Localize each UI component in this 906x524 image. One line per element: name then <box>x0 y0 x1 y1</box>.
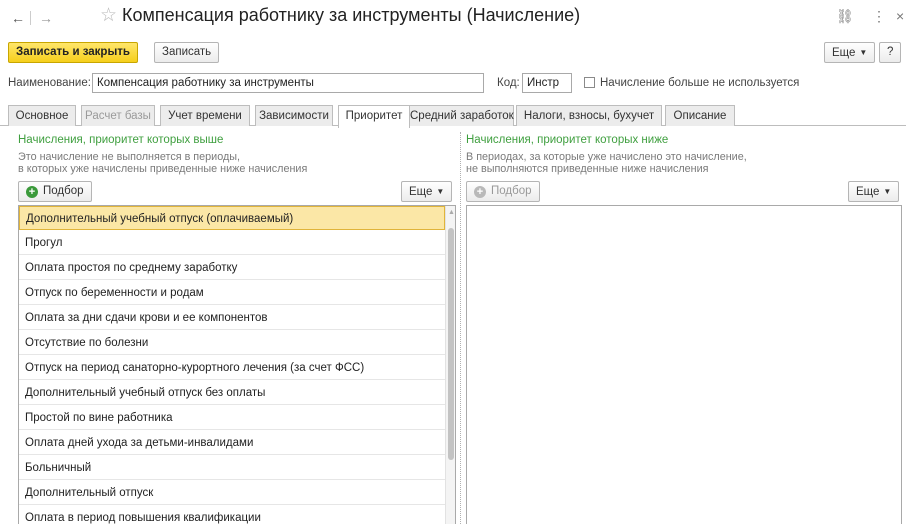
help-button[interactable]: ? <box>879 42 902 63</box>
favorite-star-icon[interactable]: ☆ <box>100 4 117 27</box>
code-field[interactable]: Инстр <box>522 73 572 93</box>
back-button[interactable]: ← <box>8 8 28 28</box>
list-item[interactable]: Дополнительный учебный отпуск (оплачивае… <box>19 206 445 230</box>
add-circle-icon: + <box>26 186 38 198</box>
list-item[interactable]: Дополнительный отпуск <box>19 481 445 505</box>
save-and-close-button[interactable]: Записать и закрыть <box>8 42 138 63</box>
add-circle-icon: + <box>474 186 486 198</box>
list-item[interactable]: Оплата за дни сдачи крови и ее компонент… <box>19 306 445 330</box>
scroll-up-icon[interactable]: ▲ <box>448 209 455 216</box>
tab-time-tracking[interactable]: Учет времени <box>160 105 250 126</box>
link-icon[interactable]: ⛓ <box>836 8 854 25</box>
list-item[interactable]: Отпуск по беременности и родам <box>19 281 445 305</box>
higher-priority-list[interactable]: Дополнительный учебный отпуск (оплачивае… <box>18 205 456 524</box>
list-item[interactable]: Отпуск на период санаторно-курортного ле… <box>19 356 445 380</box>
right-panel-note-2: не выполняются приведенные ниже начислен… <box>466 163 709 175</box>
list-item[interactable]: Простой по вине работника <box>19 406 445 430</box>
list-item[interactable]: Оплата дней ухода за детьми-инвалидами <box>19 431 445 455</box>
right-panel-note-1: В периодах, за которые уже начислено это… <box>466 151 747 163</box>
unused-checkbox[interactable] <box>584 77 595 88</box>
chevron-down-icon: ▼ <box>883 187 892 196</box>
panel-divider <box>460 132 462 524</box>
list-item[interactable]: Оплата в период повышения квалификации <box>19 506 445 524</box>
left-panel-note-1: Это начисление не выполняется в периоды, <box>18 151 241 163</box>
left-panel-note-2: в которых уже начислены приведенные ниже… <box>18 163 308 175</box>
list-item[interactable]: Отсутствие по болезни <box>19 331 445 355</box>
name-label: Наименование: <box>8 77 91 89</box>
forward-button[interactable]: → <box>36 8 56 28</box>
right-panel-heading: Начисления, приоритет которых ниже <box>466 134 669 146</box>
left-more-label: Еще <box>409 186 433 198</box>
tab-base-calc[interactable]: Расчет базы <box>81 105 155 126</box>
right-more-label: Еще <box>856 186 880 198</box>
tab-priority[interactable]: Приоритет <box>338 105 410 128</box>
window-title: Компенсация работнику за инструменты (На… <box>122 5 581 25</box>
right-pick-label: Подбор <box>491 185 532 197</box>
save-button[interactable]: Записать <box>154 42 220 63</box>
close-icon[interactable]: × <box>896 8 904 24</box>
chevron-down-icon: ▼ <box>436 187 445 196</box>
tab-dependencies[interactable]: Зависимости <box>255 105 333 126</box>
list-item[interactable]: Прогул <box>19 231 445 255</box>
more-actions-icon[interactable]: ⋮ <box>872 8 886 25</box>
lower-priority-list[interactable] <box>466 205 902 524</box>
tab-taxes-accounting[interactable]: Налоги, взносы, бухучет <box>516 105 662 126</box>
right-more-button[interactable]: Еще ▼ <box>848 181 900 202</box>
list-item[interactable]: Оплата простоя по среднему заработку <box>19 256 445 280</box>
unused-checkbox-label: Начисление больше не используется <box>600 77 800 89</box>
tab-main[interactable]: Основное <box>8 105 76 126</box>
right-pick-button[interactable]: + Подбор <box>466 181 540 202</box>
left-pick-label: Подбор <box>43 185 84 197</box>
nav-divider <box>30 11 31 25</box>
code-label: Код: <box>497 77 520 89</box>
list-item[interactable]: Больничный <box>19 456 445 480</box>
more-button-label: Еще <box>832 47 856 59</box>
more-button[interactable]: Еще ▼ <box>824 42 876 63</box>
chevron-down-icon: ▼ <box>859 48 868 57</box>
name-field[interactable]: Компенсация работнику за инструменты <box>92 73 484 93</box>
list-scrollbar[interactable]: ▲ <box>445 206 455 524</box>
list-item[interactable]: Дополнительный учебный отпуск без оплаты <box>19 381 445 405</box>
left-panel-heading: Начисления, приоритет которых выше <box>18 134 224 146</box>
tab-average-earnings[interactable]: Средний заработок <box>409 105 514 126</box>
left-more-button[interactable]: Еще ▼ <box>401 181 453 202</box>
scrollbar-thumb[interactable] <box>448 228 454 460</box>
left-pick-button[interactable]: + Подбор <box>18 181 92 202</box>
tab-description[interactable]: Описание <box>665 105 735 126</box>
